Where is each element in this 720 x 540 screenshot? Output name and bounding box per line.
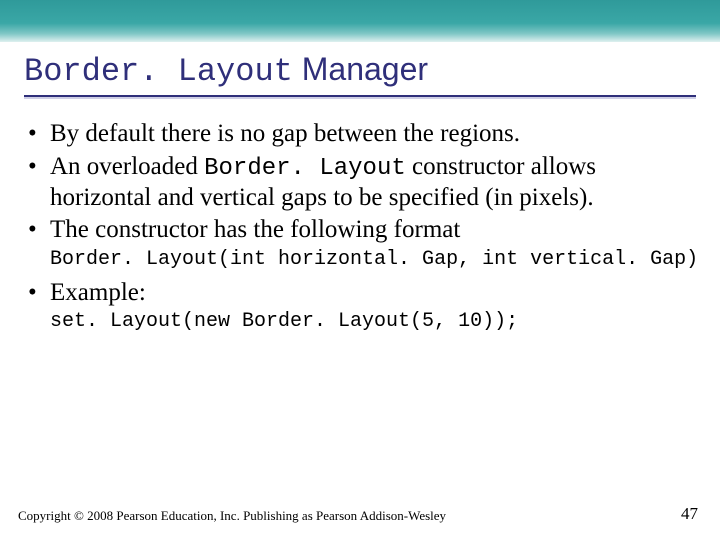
- bullet-1-text: By default there is no gap between the r…: [50, 120, 520, 147]
- slide-title: Border. Layout Manager: [24, 52, 696, 89]
- bullet-2-mono: Border. Layout: [204, 155, 406, 182]
- code-line-2: set. Layout(new Border. Layout(5, 10));: [50, 310, 720, 334]
- bullet-3-text: The constructor has the following format: [50, 216, 460, 243]
- bullet-1: By default there is no gap between the r…: [28, 119, 692, 150]
- code-line-1: Border. Layout(int horizontal. Gap, int …: [50, 248, 720, 272]
- bullet-2-pre: An overloaded: [50, 153, 204, 180]
- title-mono: Border. Layout: [24, 53, 293, 90]
- bullet-4: Example:: [28, 278, 692, 309]
- title-underline-shadow: [24, 97, 696, 99]
- header-bar: [0, 0, 720, 42]
- bullet-3: The constructor has the following format: [28, 215, 692, 246]
- bullet-2: An overloaded Border. Layout constructor…: [28, 152, 692, 214]
- title-rest: Manager: [293, 51, 428, 87]
- footer-page-number: 47: [681, 504, 698, 524]
- bullet-list-2: Example:: [28, 278, 692, 309]
- bullet-4-text: Example:: [50, 279, 146, 306]
- bullet-list: By default there is no gap between the r…: [28, 119, 692, 246]
- footer-copyright: Copyright © 2008 Pearson Education, Inc.…: [18, 508, 446, 524]
